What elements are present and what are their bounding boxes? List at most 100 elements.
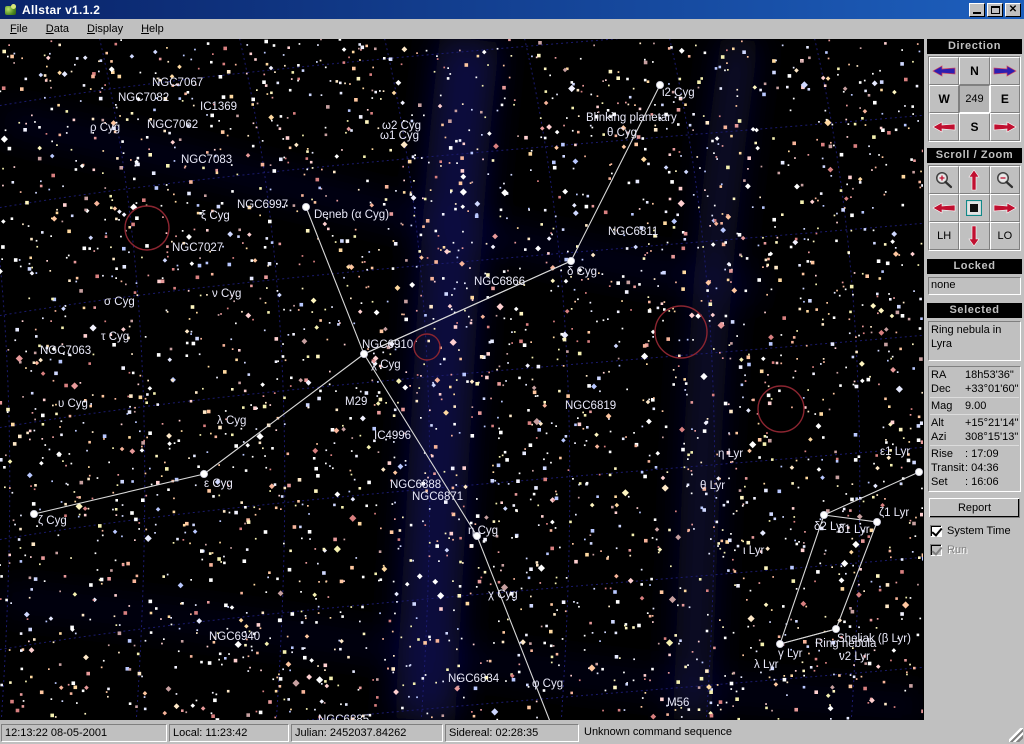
star	[780, 334, 783, 336]
star	[614, 467, 617, 470]
star	[215, 693, 218, 696]
scroll-left-button[interactable]	[929, 194, 960, 222]
star	[574, 559, 578, 564]
direction-rotate-cw-button[interactable]	[989, 57, 1020, 85]
ra-key: RA	[931, 369, 947, 381]
star	[341, 149, 343, 151]
star	[444, 292, 448, 296]
star	[135, 574, 139, 578]
star	[191, 341, 196, 346]
star	[711, 214, 714, 217]
star	[276, 262, 278, 265]
star	[717, 545, 719, 547]
close-button[interactable]: ✕	[1005, 2, 1021, 17]
zoom-in-icon	[936, 171, 953, 189]
direction-south-button[interactable]: S	[959, 113, 990, 141]
star	[429, 304, 433, 309]
zoom-in-button[interactable]	[929, 166, 960, 194]
star	[697, 708, 701, 711]
direction-heading-display[interactable]: 249	[959, 85, 990, 113]
star	[195, 391, 198, 394]
zoom-out-button[interactable]	[989, 166, 1020, 194]
scroll-up-button[interactable]	[959, 166, 990, 194]
star	[84, 208, 87, 212]
direction-rotate-ccw-button[interactable]	[929, 57, 960, 85]
mag-key: Mag	[931, 400, 953, 412]
center-view-button[interactable]	[959, 194, 990, 222]
star	[766, 432, 768, 434]
star	[141, 445, 143, 448]
star	[261, 140, 264, 142]
star	[614, 511, 618, 514]
direction-west-button[interactable]: W	[929, 85, 960, 113]
system-time-checkbox[interactable]	[930, 525, 942, 537]
system-time-row[interactable]: System Time	[930, 525, 1024, 537]
report-button[interactable]: Report	[929, 498, 1020, 518]
lh-button[interactable]: LH	[929, 222, 960, 250]
star	[662, 270, 666, 275]
star	[400, 636, 403, 639]
star	[276, 81, 280, 85]
star	[710, 299, 712, 302]
star	[764, 488, 768, 493]
star	[681, 447, 685, 452]
star	[28, 262, 31, 265]
maximize-button[interactable]	[987, 2, 1003, 17]
star	[807, 458, 810, 461]
star	[901, 264, 903, 266]
star	[382, 90, 385, 92]
star	[197, 263, 202, 268]
star	[195, 275, 200, 280]
star	[921, 487, 923, 490]
star	[102, 434, 107, 438]
star	[251, 455, 254, 458]
star	[245, 72, 248, 75]
menu-data[interactable]: Data	[38, 21, 77, 37]
resize-grip[interactable]	[1009, 728, 1023, 742]
star	[428, 161, 430, 164]
star	[68, 453, 71, 455]
star	[2, 49, 6, 54]
star	[750, 647, 752, 649]
minimize-button[interactable]	[969, 2, 985, 17]
star	[696, 156, 699, 158]
star-map-svg[interactable]: NGC7067NGC7082IC1369NGC7062ρ CygNGC7083N…	[0, 39, 924, 720]
star	[746, 599, 748, 601]
star	[91, 74, 95, 79]
star	[544, 90, 548, 93]
star	[677, 365, 680, 367]
menu-file[interactable]: File	[2, 21, 36, 37]
star	[715, 156, 718, 158]
scroll-down-button[interactable]	[959, 222, 990, 250]
scroll-right-button[interactable]	[989, 194, 1020, 222]
star	[616, 76, 620, 80]
direction-pan-left-button[interactable]	[929, 113, 960, 141]
star	[633, 658, 635, 661]
star	[861, 272, 864, 275]
star	[219, 148, 222, 151]
star	[145, 136, 149, 139]
menu-help[interactable]: Help	[133, 21, 172, 37]
star	[327, 227, 330, 231]
star	[284, 157, 287, 160]
star	[702, 508, 706, 512]
star	[727, 569, 730, 572]
star	[87, 507, 90, 510]
star	[728, 433, 731, 436]
star	[288, 88, 292, 92]
star	[242, 453, 245, 456]
star	[128, 226, 131, 229]
star	[643, 60, 648, 65]
star-map-canvas[interactable]: NGC7067 NGC7082 IC1369 NGC7062 ρ Cyg NGC7083 N…	[0, 39, 924, 720]
direction-east-button[interactable]: E	[989, 85, 1020, 113]
lo-button[interactable]: LO	[989, 222, 1020, 250]
star	[470, 319, 473, 321]
star	[480, 110, 483, 114]
star	[472, 643, 475, 646]
star	[893, 297, 895, 299]
direction-north-button[interactable]: N	[959, 57, 990, 85]
star	[771, 458, 774, 461]
star	[420, 375, 422, 377]
direction-pan-right-button[interactable]	[989, 113, 1020, 141]
menu-display[interactable]: Display	[79, 21, 131, 37]
